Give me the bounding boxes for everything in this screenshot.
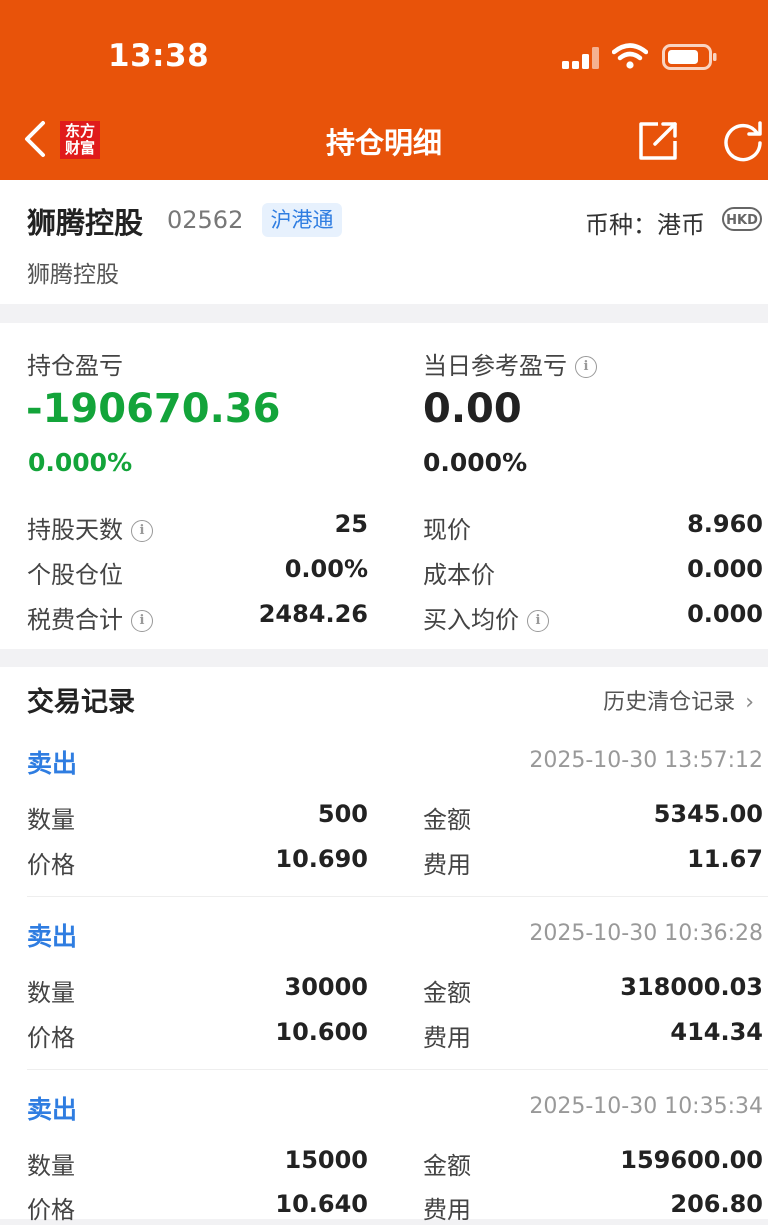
stock-code: 02562 — [167, 206, 244, 234]
tax-total-label-wrap: 税费合计 i — [27, 600, 153, 635]
current-price-value: 8.960 — [687, 510, 763, 538]
wifi-icon — [612, 43, 648, 69]
trade-action: 卖出 — [27, 922, 78, 951]
info-icon[interactable]: i — [131, 610, 153, 632]
cost-price-value: 0.000 — [687, 555, 763, 583]
trades-title: 交易记录 — [27, 687, 135, 718]
daily-pnl-label-wrap: 当日参考盈亏 i — [423, 346, 597, 381]
avg-buy-value: 0.000 — [687, 600, 763, 628]
amount-label: 金额 — [423, 979, 471, 1007]
price-label: 价格 — [27, 1024, 75, 1052]
trade-time: 2025-10-30 10:36:28 — [529, 921, 763, 946]
divider — [27, 1069, 768, 1070]
trade-qty: 15000 — [284, 1146, 369, 1174]
battery-icon — [662, 44, 717, 70]
fee-label: 费用 — [423, 851, 471, 879]
stock-name: 狮腾控股 — [27, 206, 144, 240]
trade-qty: 30000 — [284, 973, 369, 1001]
position-pnl-pct: 0.000% — [28, 448, 133, 477]
position-ratio-value: 0.00% — [284, 555, 368, 583]
trade-amount: 159600.00 — [620, 1146, 763, 1174]
price-label: 价格 — [27, 851, 75, 879]
daily-pnl-value: 0.00 — [423, 386, 522, 432]
trade-action: 卖出 — [27, 1095, 78, 1124]
qty-label: 数量 — [27, 979, 75, 1007]
market-tag: 沪港通 — [262, 203, 342, 237]
daily-pnl-label: 当日参考盈亏 — [423, 352, 567, 380]
cost-price-label: 成本价 — [423, 561, 495, 589]
share-icon[interactable] — [636, 119, 680, 163]
daily-pnl-pct: 0.000% — [423, 448, 528, 477]
position-ratio-label: 个股仓位 — [27, 561, 123, 589]
trade-fee: 206.80 — [670, 1190, 763, 1218]
trade-fee: 11.67 — [687, 845, 763, 873]
qty-label: 数量 — [27, 806, 75, 834]
stock-subname: 狮腾控股 — [27, 262, 119, 288]
currency-badge: HKD — [722, 207, 762, 231]
info-icon[interactable]: i — [527, 610, 549, 632]
trade-price: 10.600 — [275, 1018, 368, 1046]
divider — [27, 896, 768, 897]
trade-time: 2025-10-30 13:57:12 — [529, 748, 763, 773]
amount-label: 金额 — [423, 1152, 471, 1180]
position-pnl-value: -190670.36 — [26, 386, 281, 432]
trade-price: 10.640 — [275, 1190, 368, 1218]
refresh-icon[interactable] — [720, 118, 766, 164]
tax-total-value: 2484.26 — [258, 600, 368, 628]
trade-action: 卖出 — [27, 749, 78, 778]
trade-price: 10.690 — [275, 845, 368, 873]
avg-buy-label: 买入均价 — [423, 606, 519, 634]
trade-time: 2025-10-30 10:35:34 — [529, 1094, 763, 1119]
hold-days-value: 25 — [334, 510, 368, 538]
hold-days-label-wrap: 持股天数 i — [27, 510, 153, 545]
trade-qty: 500 — [317, 800, 368, 828]
hold-days-label: 持股天数 — [27, 516, 123, 544]
info-icon[interactable]: i — [575, 356, 597, 378]
fee-label: 费用 — [423, 1196, 471, 1224]
position-pnl-label: 持仓盈亏 — [27, 352, 123, 380]
qty-label: 数量 — [27, 1152, 75, 1180]
fee-label: 费用 — [423, 1024, 471, 1052]
current-price-label: 现价 — [423, 516, 471, 544]
history-link-label: 历史清仓记录 — [603, 690, 736, 715]
trade-amount: 5345.00 — [653, 800, 763, 828]
info-icon[interactable]: i — [131, 520, 153, 542]
history-link[interactable]: 历史清仓记录 › — [603, 684, 754, 716]
status-time: 13:38 — [108, 38, 210, 74]
signal-icon — [562, 47, 599, 69]
tax-total-label: 税费合计 — [27, 606, 123, 634]
price-label: 价格 — [27, 1196, 75, 1224]
trade-amount: 318000.03 — [620, 973, 763, 1001]
currency-label: 币种：港币 — [585, 211, 705, 239]
app-header: 13:38 东方 财富 持仓明细 — [0, 0, 768, 180]
chevron-right-icon: › — [745, 690, 754, 715]
amount-label: 金额 — [423, 806, 471, 834]
avg-buy-label-wrap: 买入均价 i — [423, 600, 549, 635]
trade-fee: 414.34 — [670, 1018, 763, 1046]
